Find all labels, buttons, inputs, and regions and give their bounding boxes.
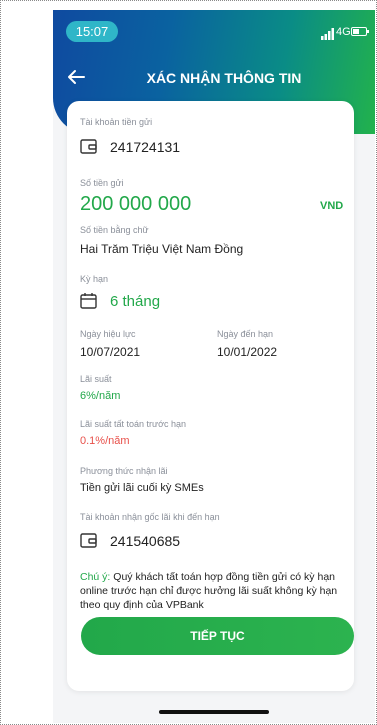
source-account-label: Tài khoản tiền gửi bbox=[80, 117, 153, 127]
currency-label: VND bbox=[320, 200, 344, 212]
interest-method-label: Phương thức nhận lãi bbox=[80, 466, 168, 476]
term-value: 6 tháng bbox=[110, 293, 161, 310]
amount-value: 200 000 000 bbox=[80, 193, 192, 215]
term-label: Kỳ hạn bbox=[80, 274, 109, 284]
source-account-value: 241724131 bbox=[110, 139, 181, 155]
note-text: Chú ý: Quý khách tất toán hợp đồng tiền … bbox=[80, 570, 345, 612]
phone-screen: 15:07 4G XÁC NHẬN THÔNG TIN Tài khoản ti… bbox=[53, 10, 375, 723]
calendar-icon bbox=[80, 293, 97, 309]
wallet-icon bbox=[80, 533, 97, 548]
home-indicator bbox=[159, 710, 269, 714]
maturity-date-value: 10/01/2022 bbox=[217, 345, 278, 359]
page-title: XÁC NHẬN THÔNG TIN bbox=[146, 70, 302, 86]
status-time: 15:07 bbox=[66, 21, 118, 42]
amount-words-value: Hai Trăm Triệu Việt Nam Đồng bbox=[80, 242, 244, 256]
note-body: Quý khách tất toán hợp đồng tiền gửi có … bbox=[80, 571, 338, 611]
interest-rate-label: Lãi suất bbox=[80, 374, 112, 384]
maturity-account-value: 241540685 bbox=[110, 533, 181, 549]
signal-icon bbox=[321, 28, 334, 40]
interest-method-value: Tiền gửi lãi cuối kỳ SMEs bbox=[80, 482, 204, 494]
network-label: 4G bbox=[336, 26, 351, 38]
screenshot-frame: 15:07 4G XÁC NHẬN THÔNG TIN Tài khoản ti… bbox=[0, 0, 377, 725]
arrow-left-icon[interactable] bbox=[67, 69, 85, 85]
early-rate-value: 0.1%/năm bbox=[80, 435, 130, 447]
wallet-icon bbox=[80, 139, 97, 154]
amount-words-label: Số tiền bằng chữ bbox=[80, 225, 149, 235]
maturity-date-label: Ngày đến hạn bbox=[217, 329, 274, 339]
status-bar: 15:07 4G bbox=[53, 10, 375, 50]
early-rate-label: Lãi suất tất toán trước hạn bbox=[80, 419, 186, 429]
amount-label: Số tiền gửi bbox=[80, 178, 124, 188]
effective-date-label: Ngày hiệu lực bbox=[80, 329, 136, 339]
battery-icon bbox=[351, 27, 369, 36]
continue-button[interactable]: TIẾP TỤC bbox=[81, 617, 354, 655]
maturity-account-label: Tài khoản nhận gốc lãi khi đến hạn bbox=[80, 512, 220, 522]
interest-rate-value: 6%/năm bbox=[80, 390, 121, 402]
effective-date-value: 10/07/2021 bbox=[80, 345, 141, 359]
confirmation-card: Tài khoản tiền gửi 241724131 Số tiền gửi… bbox=[67, 101, 354, 691]
note-prefix: Chú ý: bbox=[80, 571, 111, 583]
